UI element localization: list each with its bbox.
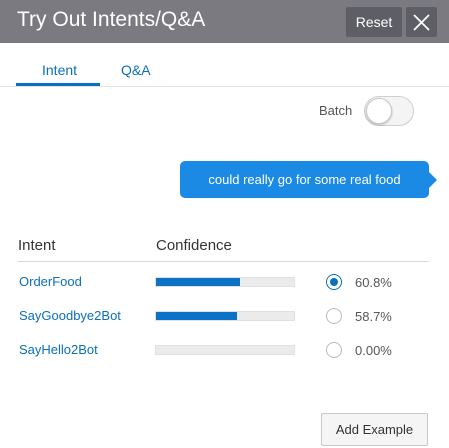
- toggle-knob: [366, 98, 392, 124]
- column-header-intent: Intent: [18, 237, 56, 254]
- intent-radio[interactable]: [326, 274, 342, 290]
- column-header-confidence: Confidence: [156, 237, 232, 254]
- tab-bar: Intent Q&A: [0, 43, 449, 87]
- result-row: SayHello2Bot 0.00%: [0, 335, 449, 369]
- radio-dot: [330, 278, 338, 286]
- panel-header: Try Out Intents/Q&A Reset: [0, 0, 449, 43]
- batch-label: Batch: [319, 103, 353, 118]
- user-message-bubble: could really go for some real food: [180, 161, 429, 198]
- intent-link[interactable]: OrderFood: [19, 274, 82, 289]
- add-example-button[interactable]: Add Example: [321, 413, 428, 446]
- intent-link[interactable]: SayGoodbye2Bot: [19, 308, 121, 323]
- tab-intent[interactable]: Intent: [42, 62, 77, 78]
- intent-radio[interactable]: [326, 342, 342, 358]
- result-row: SayGoodbye2Bot 58.7%: [0, 301, 449, 335]
- close-button[interactable]: [406, 7, 437, 37]
- batch-toggle[interactable]: [364, 96, 414, 126]
- reset-button[interactable]: Reset: [346, 7, 402, 37]
- confidence-value: 60.8%: [355, 275, 392, 290]
- header-divider: [18, 261, 429, 262]
- active-tab-indicator: [16, 83, 100, 86]
- close-icon: [413, 14, 430, 31]
- confidence-bar: [155, 277, 295, 287]
- bubble-tail: [428, 171, 437, 189]
- confidence-bar-fill: [156, 278, 240, 286]
- confidence-bar: [155, 311, 295, 321]
- panel-title: Try Out Intents/Q&A: [17, 8, 206, 31]
- confidence-value: 58.7%: [355, 309, 392, 324]
- intent-link[interactable]: SayHello2Bot: [19, 342, 98, 357]
- tab-qa[interactable]: Q&A: [121, 62, 151, 78]
- result-row: OrderFood 60.8%: [0, 267, 449, 301]
- intent-radio[interactable]: [326, 308, 342, 324]
- confidence-bar: [155, 345, 295, 355]
- confidence-bar-fill: [156, 312, 237, 320]
- confidence-value: 0.00%: [355, 343, 392, 358]
